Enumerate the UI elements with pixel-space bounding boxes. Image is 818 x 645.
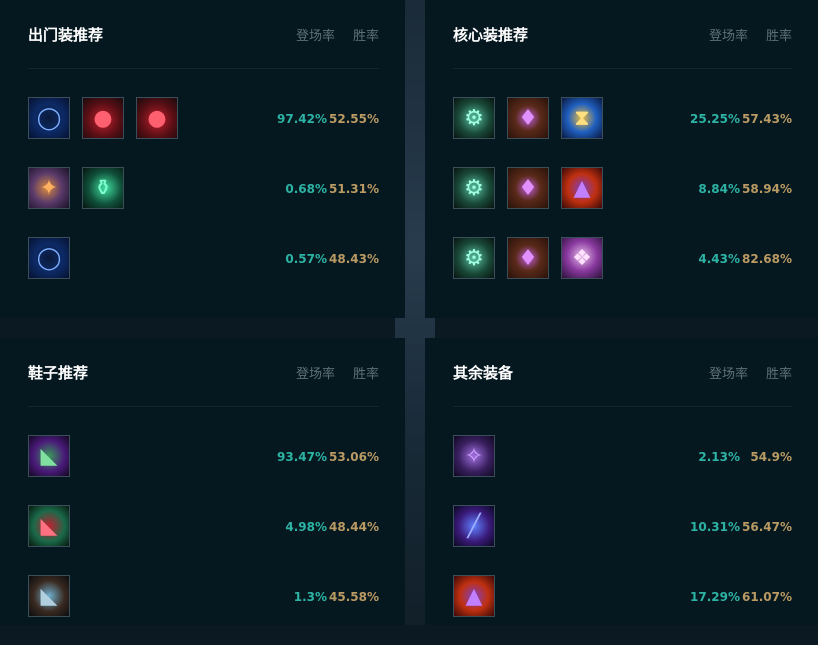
win-rate: 54.9% <box>750 450 792 464</box>
win-rate: 45.58% <box>329 590 379 604</box>
hextech-gunblade-icon[interactable]: ⚙ <box>453 97 495 139</box>
build-row[interactable]: ⚙ ♦ ❖ 4.43% 82.68% <box>453 237 792 307</box>
panel-header: 出门装推荐 登场率 胜率 <box>28 0 379 69</box>
pick-rate: 25.25% <box>690 112 740 126</box>
build-row[interactable]: ◯ 0.57% 48.43% <box>28 237 379 307</box>
win-rate-header: 胜率 <box>352 366 379 382</box>
pick-rate: 0.57% <box>285 252 327 266</box>
wizard-hat-icon[interactable]: ▲ <box>453 575 495 617</box>
pick-rate: 93.47% <box>277 450 327 464</box>
health-potion-icon[interactable]: ● <box>136 97 178 139</box>
sorcerer-boots-icon[interactable]: ◣ <box>28 435 70 477</box>
demon-mask-icon[interactable]: ♦ <box>507 237 549 279</box>
demon-mask-icon[interactable]: ♦ <box>507 167 549 209</box>
health-potion-icon[interactable]: ● <box>82 97 124 139</box>
pick-rate: 8.84% <box>698 182 740 196</box>
pick-rate-header: 登场率 <box>708 366 748 382</box>
build-row[interactable]: ✧ 2.13% 54.9% <box>453 435 792 505</box>
pick-rate: 4.43% <box>698 252 740 266</box>
win-rate: 53.06% <box>329 450 379 464</box>
win-rate: 56.47% <box>742 520 792 534</box>
pick-rate: 17.29% <box>690 590 740 604</box>
win-rate-header: 胜率 <box>352 28 379 44</box>
panel-title: 其余装备 <box>453 363 514 382</box>
pick-rate: 97.42% <box>277 112 327 126</box>
hourglass-icon[interactable]: ⧗ <box>561 97 603 139</box>
panel-title: 鞋子推荐 <box>28 363 89 382</box>
pick-rate: 4.98% <box>285 520 327 534</box>
hextech-gunblade-icon[interactable]: ⚙ <box>453 237 495 279</box>
panel-header: 其余装备 登场率 胜率 <box>453 338 792 407</box>
void-staff-icon[interactable]: ✧ <box>453 435 495 477</box>
guardian-horn-icon[interactable]: ✦ <box>28 167 70 209</box>
pick-rate: 10.31% <box>690 520 740 534</box>
build-row[interactable]: ╱ 10.31% 56.47% <box>453 505 792 575</box>
pick-rate: 0.68% <box>285 182 327 196</box>
win-rate: 82.68% <box>742 252 792 266</box>
core-items-panel: 核心装推荐 登场率 胜率 ⚙ ♦ ⧗ 25.25% 57.43% ⚙ ♦ ▲ 8… <box>425 0 818 318</box>
win-rate: 48.43% <box>329 252 379 266</box>
build-row[interactable]: ▲ 17.29% 61.07% <box>453 575 792 645</box>
panel-title: 核心装推荐 <box>453 25 529 44</box>
sapphire-ring-icon[interactable]: ◯ <box>28 237 70 279</box>
other-items-panel: 其余装备 登场率 胜率 ✧ 2.13% 54.9% ╱ 10.31% 56.47… <box>425 338 818 625</box>
pick-rate-header: 登场率 <box>295 28 335 44</box>
mercury-boots-icon[interactable]: ◣ <box>28 505 70 547</box>
pick-rate-header: 登场率 <box>708 28 748 44</box>
win-rate: 61.07% <box>742 590 792 604</box>
build-row[interactable]: ✦ ⚱ 0.68% 51.31% <box>28 167 379 237</box>
win-rate: 48.44% <box>329 520 379 534</box>
refillable-flask-icon[interactable]: ⚱ <box>82 167 124 209</box>
build-row[interactable]: ⚙ ♦ ▲ 8.84% 58.94% <box>453 167 792 237</box>
win-rate: 51.31% <box>329 182 379 196</box>
win-rate: 52.55% <box>329 112 379 126</box>
wizard-hat-icon[interactable]: ▲ <box>561 167 603 209</box>
pick-rate: 2.13% <box>698 450 740 464</box>
steel-boots-icon[interactable]: ◣ <box>28 575 70 617</box>
spellbook-icon[interactable]: ❖ <box>561 237 603 279</box>
build-row[interactable]: ⚙ ♦ ⧗ 25.25% 57.43% <box>453 97 792 167</box>
win-rate-header: 胜率 <box>765 28 792 44</box>
win-rate: 58.94% <box>742 182 792 196</box>
build-row[interactable]: ◣ 93.47% 53.06% <box>28 435 379 505</box>
win-rate-header: 胜率 <box>765 366 792 382</box>
panel-header: 核心装推荐 登场率 胜率 <box>453 0 792 69</box>
build-row[interactable]: ◣ 1.3% 45.58% <box>28 575 379 645</box>
pick-rate: 1.3% <box>293 590 327 604</box>
starter-items-panel: 出门装推荐 登场率 胜率 ◯ ● ● 97.42% 52.55% ✦ ⚱ 0.6… <box>0 0 405 318</box>
hextech-gunblade-icon[interactable]: ⚙ <box>453 167 495 209</box>
demon-mask-icon[interactable]: ♦ <box>507 97 549 139</box>
win-rate: 57.43% <box>742 112 792 126</box>
morello-staff-icon[interactable]: ╱ <box>453 505 495 547</box>
sapphire-ring-icon[interactable]: ◯ <box>28 97 70 139</box>
pick-rate-header: 登场率 <box>295 366 335 382</box>
panel-header: 鞋子推荐 登场率 胜率 <box>28 338 379 407</box>
panel-title: 出门装推荐 <box>28 25 104 44</box>
build-row[interactable]: ◯ ● ● 97.42% 52.55% <box>28 97 379 167</box>
build-row[interactable]: ◣ 4.98% 48.44% <box>28 505 379 575</box>
boots-panel: 鞋子推荐 登场率 胜率 ◣ 93.47% 53.06% ◣ 4.98% 48.4… <box>0 338 405 625</box>
